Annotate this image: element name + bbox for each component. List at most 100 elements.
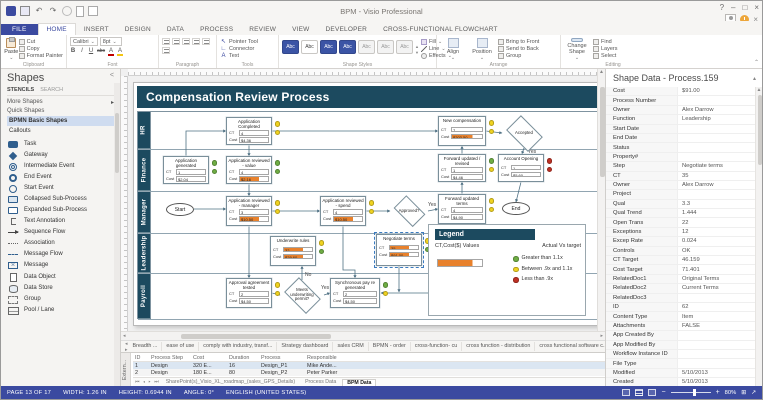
visio-logo-icon[interactable] xyxy=(6,6,16,16)
collapse-ribbon-button[interactable]: ⌃ xyxy=(754,59,759,66)
page-tab-cross-function-cu[interactable]: cross-function- cu xyxy=(411,342,463,351)
horizontal-scrollbar[interactable]: ◂▸ xyxy=(121,331,605,340)
sheet-tab-bpm-data[interactable]: BPM Data xyxy=(342,379,376,386)
panel-options-icon[interactable]: ▴ xyxy=(753,75,756,82)
shape-data-scrollbar[interactable]: ▲ xyxy=(755,87,762,386)
external-data-side-tab[interactable]: Extern... xyxy=(121,353,131,386)
font-color-button[interactable]: A xyxy=(108,48,114,56)
abc-button[interactable]: abc xyxy=(97,48,105,54)
flow-node-new-compensation[interactable]: New compensationCT7Cost$203.50 xyxy=(438,116,486,146)
paste-button[interactable]: Paste ⌄ xyxy=(4,37,19,61)
sheet-nav-icons[interactable]: ⏮ ◂ ▸ ⏭ xyxy=(135,379,160,385)
change-shape-button[interactable]: Change Shape⌄ xyxy=(564,37,590,61)
flow-node-approval-agreement-tested[interactable]: Approval agreement testedCT2Cost$4.50 xyxy=(226,278,272,308)
stencil-item-gateway[interactable]: Gateway xyxy=(7,150,114,161)
connector-button[interactable]: ∟Connector xyxy=(220,46,275,52)
stencil-item-task[interactable]: Task xyxy=(7,139,114,150)
touch-mode-icon[interactable] xyxy=(62,6,72,16)
page-tab-comply-with-industry-transf[interactable]: comply with industry, transf... xyxy=(199,342,277,351)
ribbon-tab-view[interactable]: VIEW xyxy=(284,24,317,35)
shape-data-field-value[interactable]: Item xyxy=(678,314,755,320)
flow-node-end[interactable]: End xyxy=(502,202,530,215)
shape-data-field-value[interactable]: Current Terms xyxy=(678,285,755,291)
shape-style-swatch[interactable]: Abc xyxy=(396,40,413,54)
page-tab-bpmn-order[interactable]: BPMN - order xyxy=(369,342,411,351)
text-button[interactable]: AText xyxy=(220,53,275,59)
swatch-scroll-arrows[interactable]: ▲▼ xyxy=(413,37,421,61)
stencil-item-group[interactable]: Group xyxy=(7,294,114,305)
tab-search[interactable]: SEARCH xyxy=(40,87,63,93)
flow-node-app-completed[interactable]: Application CompletedCT4Cost$4.36 xyxy=(226,117,272,145)
align-center-icon[interactable] xyxy=(172,38,180,45)
cut-button[interactable]: Cut xyxy=(19,39,63,45)
i-button[interactable]: I xyxy=(79,48,85,54)
shape-data-field-value[interactable]: Alex Darrow xyxy=(678,182,755,188)
vertical-scrollbar[interactable]: ▲ xyxy=(597,69,605,331)
flow-node-app-reviewed-manager[interactable]: Application reviewed - managerCT3Cost$10… xyxy=(226,196,272,226)
shape-data-field-value[interactable]: 5/10/2013 xyxy=(678,370,755,376)
ribbon-tab-file[interactable]: FILE xyxy=(1,24,38,35)
select-button[interactable]: Select xyxy=(593,53,618,59)
ribbon-tab-insert[interactable]: INSERT xyxy=(76,24,117,35)
table-row[interactable]: 2Design180 E...80Design_P2Peter Parker xyxy=(133,369,605,376)
position-button[interactable]: Position⌄ xyxy=(469,37,495,61)
swimlane-label-payroll[interactable]: Payroll xyxy=(138,274,151,319)
font-size-select[interactable]: 8pt⌄ xyxy=(100,37,122,46)
ribbon-tab-developer[interactable]: DEVELOPER xyxy=(318,24,376,35)
status-item-angle-0[interactable]: ANGLE: 0° xyxy=(184,390,214,396)
more-shapes-link[interactable]: More Shapes▸ xyxy=(7,99,120,106)
fit-page-icon[interactable]: ⊞ xyxy=(741,390,746,396)
drawing-page[interactable]: Compensation Review Process HRFinanceMan… xyxy=(133,82,605,326)
u-button[interactable]: U xyxy=(88,48,94,54)
stencil-item-data-object[interactable]: Data Object xyxy=(7,271,114,283)
status-item-page-13-of-17[interactable]: PAGE 13 OF 17 xyxy=(7,390,51,396)
bullets-icon[interactable] xyxy=(192,38,200,45)
ribbon-tab-cross-functional-flowchart[interactable]: CROSS-FUNCTIONAL FLOWCHART xyxy=(375,24,506,35)
shapes-panel-scrollbar[interactable] xyxy=(114,83,120,386)
zoom-in-button[interactable]: + xyxy=(716,389,720,396)
shape-data-field-value[interactable]: 71.401 xyxy=(678,267,755,273)
flow-node-forward-updated-terms[interactable]: Forward updated termsCT4Cost$4.90 xyxy=(438,194,486,224)
shape-data-field-value[interactable]: 22 xyxy=(678,220,755,226)
status-item-width-1-26-in[interactable]: WIDTH: 1.26 IN xyxy=(63,390,107,396)
zoom-level[interactable]: 80% xyxy=(725,390,737,396)
zoom-slider[interactable] xyxy=(671,392,711,393)
flow-node-start[interactable]: Start xyxy=(166,203,194,216)
flow-node-account-opening[interactable]: Account OpeningCT1Cost$5.60 xyxy=(498,154,544,182)
flow-node-forward-updated-revised[interactable]: Forward updated / revisedCT1Cost$4.46 xyxy=(438,154,486,182)
table-row[interactable]: 1Design320 E...16Design_P1Mike Ande... xyxy=(133,362,605,369)
b-button[interactable]: B xyxy=(70,48,76,54)
redo-icon[interactable]: ↷ xyxy=(48,6,58,16)
page-tab-sales-crm[interactable]: sales CRM xyxy=(333,342,368,351)
undo-icon[interactable]: ↶ xyxy=(34,6,44,16)
flow-node-app-reviewed-value[interactable]: Application reviewed - valueCT4Cost$2.16 xyxy=(226,156,272,184)
sheet-tab-process-data[interactable]: Process Data xyxy=(301,379,340,386)
stencil-item-collapsed-sub-process[interactable]: Collapsed Sub-Process xyxy=(7,194,114,205)
stencil-item-data-store[interactable]: Data Store xyxy=(7,283,114,294)
align-left-icon[interactable] xyxy=(162,38,170,45)
shape-style-swatch[interactable]: Abc xyxy=(301,40,318,54)
line-spacing-icon[interactable] xyxy=(202,38,210,45)
stencil-callouts[interactable]: Callouts xyxy=(7,126,114,136)
shape-data-field-value[interactable]: OK xyxy=(678,248,755,254)
pointer-tool-button[interactable]: ↖Pointer Tool xyxy=(220,38,275,45)
highlight-button[interactable]: A xyxy=(117,48,123,56)
normal-view-icon[interactable] xyxy=(622,389,630,396)
shape-style-swatch[interactable]: Abc xyxy=(320,40,337,54)
indent-icon[interactable] xyxy=(162,47,170,54)
save-icon[interactable] xyxy=(20,6,30,16)
shape-style-swatch[interactable]: Abc xyxy=(282,40,299,54)
page-tab-ease-of-use[interactable]: ease of use xyxy=(162,342,199,351)
find-button[interactable]: Find xyxy=(593,39,618,45)
ribbon-tab-data[interactable]: DATA xyxy=(159,24,192,35)
shape-data-field-value[interactable]: 46.159 xyxy=(678,257,755,263)
page-tab-cross-functional-software-c[interactable]: cross functional software c... xyxy=(535,342,605,351)
presentation-view-icon[interactable] xyxy=(635,389,643,396)
stencil-item-text-annotation[interactable]: Text Annotation xyxy=(7,216,114,227)
page-tab-cross-function-distribution[interactable]: cross function - distribution xyxy=(462,342,535,351)
shape-data-field-value[interactable]: 5/10/2013 xyxy=(678,379,755,385)
flow-node-negotiate-terms[interactable]: Negotiate termsCT35Cost$91.00 xyxy=(376,234,422,266)
status-item-english-united-state[interactable]: ENGLISH (UNITED STATES) xyxy=(226,390,306,396)
send-to-back-button[interactable]: Send to Back xyxy=(498,46,539,52)
comment-icon[interactable] xyxy=(88,6,98,16)
